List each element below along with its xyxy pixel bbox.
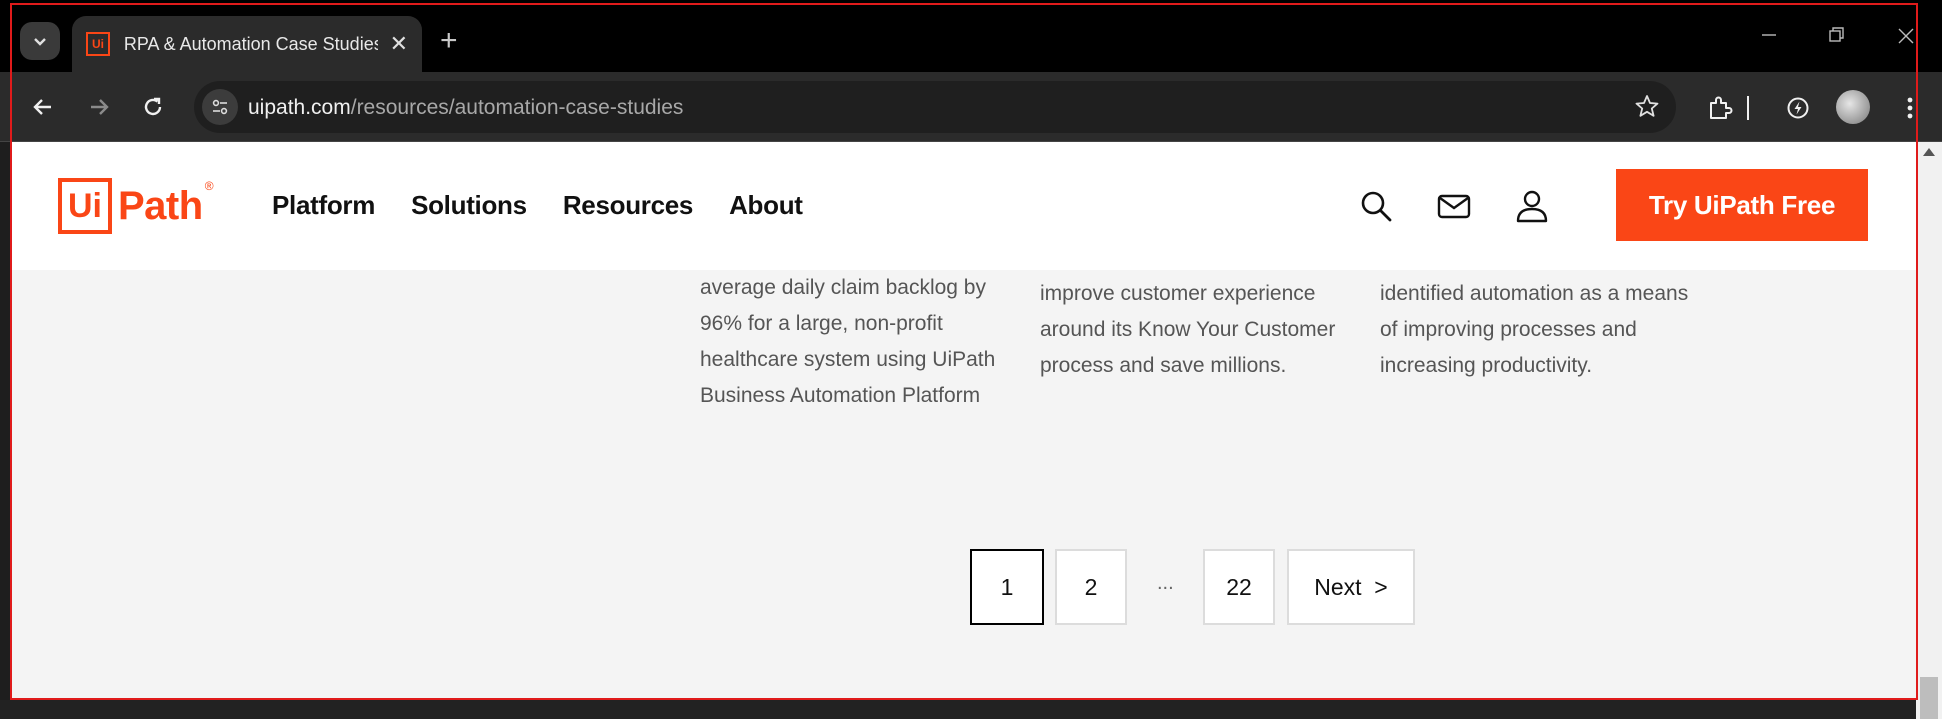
scroll-up-arrow-icon[interactable] [1923,148,1935,156]
uipath-logo[interactable]: Ui Path ® [58,177,214,235]
page-viewport: average daily claim backlog by 96% for a… [10,142,1916,700]
tab-search-button[interactable] [20,22,60,60]
case-study-card-text: average daily claim backlog by 96% for a… [700,276,996,407]
pagination-page-1[interactable]: 1 [970,549,1044,625]
reload-button[interactable] [136,90,170,124]
performance-icon[interactable] [1782,92,1814,124]
url-text: uipath.com/resources/automation-case-stu… [248,96,683,120]
back-button[interactable] [26,90,60,124]
mail-icon[interactable] [1434,186,1474,226]
browser-tab-bar: Ui RPA & Automation Case Studies ✕ + [0,0,1942,72]
bookmark-star-icon[interactable] [1634,93,1660,124]
browser-tab-active[interactable]: Ui RPA & Automation Case Studies ✕ [72,16,422,72]
browser-toolbar: uipath.com/resources/automation-case-stu… [0,72,1942,142]
search-icon[interactable] [1356,186,1396,226]
pagination-page-22[interactable]: 22 [1203,549,1275,625]
nav-platform[interactable]: Platform [272,190,375,221]
url-host: uipath.com [248,96,351,119]
footer-band [0,700,1942,719]
arrow-right-icon [91,99,109,115]
logo-registered-mark: ® [204,179,214,193]
extensions-icon[interactable] [1704,92,1736,124]
forward-button[interactable] [82,90,116,124]
close-tab-icon[interactable]: ✕ [390,33,408,55]
case-study-card-text: identified automation as a means of impr… [1380,282,1689,377]
address-bar[interactable]: uipath.com/resources/automation-case-stu… [194,81,1676,133]
pagination-ellipsis: ... [1157,572,1174,594]
tab-title: RPA & Automation Case Studies [123,33,378,54]
nav-about[interactable]: About [729,190,803,221]
pagination-page-2[interactable]: 2 [1055,549,1127,625]
minimize-icon[interactable] [1760,26,1778,50]
logo-box: Ui [58,178,112,234]
site-info-button[interactable] [202,89,238,125]
tune-icon [212,99,228,115]
site-header: Ui Path ® Platform Solutions Resources A… [10,142,1916,270]
try-uipath-free-button[interactable]: Try UiPath Free [1616,169,1868,241]
page-scrollbar[interactable] [1916,142,1942,719]
toolbar-divider [1746,92,1750,124]
new-tab-button[interactable]: + [440,26,458,56]
scrollbar-thumb[interactable] [1920,677,1938,719]
menu-kebab-icon[interactable] [1894,92,1926,124]
nav-solutions[interactable]: Solutions [411,190,527,221]
close-window-icon[interactable] [1896,26,1916,52]
logo-text: Path [118,183,203,228]
pagination-next-button[interactable]: Next > [1287,549,1415,625]
nav-resources[interactable]: Resources [563,190,694,221]
chevron-down-icon [34,38,46,46]
main-nav: Platform Solutions Resources About [272,190,839,221]
user-account-icon[interactable] [1512,186,1552,226]
url-path: /resources/automation-case-studies [350,96,684,119]
arrow-left-icon [33,99,51,115]
reload-icon [144,97,162,116]
profile-avatar[interactable] [1836,90,1870,124]
favicon-icon: Ui [86,32,110,56]
restore-icon[interactable] [1828,26,1846,50]
case-study-card-text: improve customer experience around its K… [1040,282,1336,377]
